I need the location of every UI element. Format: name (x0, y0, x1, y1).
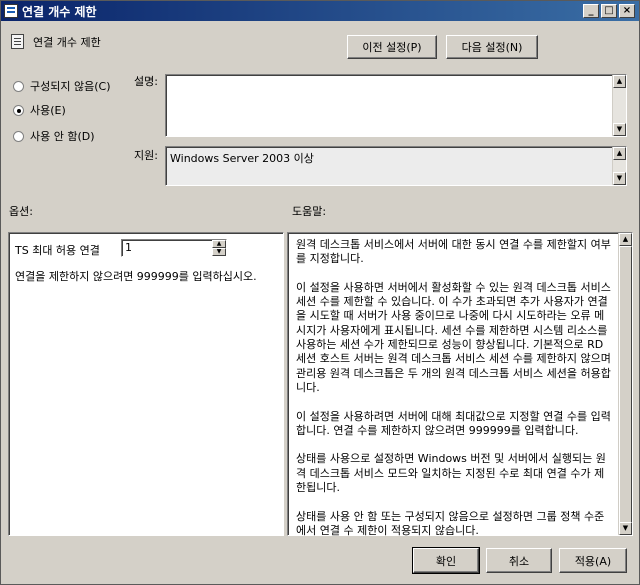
radio-not-configured[interactable]: 구성되지 않음(C) (13, 78, 110, 94)
ok-button[interactable]: 확인 (412, 547, 480, 574)
cancel-button[interactable]: 취소 (486, 548, 552, 573)
supported-scrollbar[interactable]: ▲ ▼ (612, 147, 626, 185)
radio-label: 사용(E) (30, 104, 66, 117)
previous-setting-button[interactable]: 이전 설정(P) (347, 35, 437, 59)
help-scrollbar[interactable]: ▲ ▼ (618, 233, 632, 535)
scroll-up-arrow-icon[interactable]: ▲ (619, 233, 632, 246)
help-text: 원격 데스크톱 서비스에서 서버에 대한 동시 연결 수를 제한할지 여부를 지… (296, 238, 611, 537)
title-bar[interactable]: 연결 개수 제한 _ □ × (1, 1, 639, 21)
supported-label: 지원: (134, 149, 158, 162)
dialog-window: 연결 개수 제한 _ □ × 연결 개수 제한 이전 설정(P) 다음 설정(N… (0, 0, 640, 585)
options-panel: TS 최대 허용 연결 1 ▲ ▼ 연결을 제한하지 않으려면 999999를 … (8, 232, 284, 536)
spin-down-arrow-icon[interactable]: ▼ (212, 248, 226, 256)
maximize-button[interactable]: □ (601, 4, 617, 18)
scroll-up-arrow-icon[interactable]: ▲ (613, 147, 626, 160)
minimize-button[interactable]: _ (583, 4, 599, 18)
window-title: 연결 개수 제한 (22, 4, 97, 19)
radio-label: 구성되지 않음(C) (30, 80, 111, 93)
supported-value: Windows Server 2003 이상 (170, 152, 314, 165)
setting-icon (11, 34, 24, 49)
radio-enabled[interactable]: 사용(E) (13, 102, 66, 118)
radio-disabled[interactable]: 사용 안 함(D) (13, 128, 95, 144)
apply-button[interactable]: 적용(A) (559, 548, 627, 573)
max-connections-label: TS 최대 허용 연결 (15, 244, 100, 257)
radio-circle-checked[interactable] (13, 104, 24, 116)
close-button[interactable]: × (619, 4, 635, 18)
help-label: 도움말: (292, 205, 327, 218)
supported-field: Windows Server 2003 이상 ▲ ▼ (165, 146, 627, 186)
max-connections-spinbox[interactable]: 1 ▲ ▼ (121, 239, 227, 257)
comment-scrollbar[interactable]: ▲ ▼ (612, 75, 626, 136)
max-connections-value: 1 (125, 241, 132, 254)
scroll-down-arrow-icon[interactable]: ▼ (613, 172, 626, 185)
comment-textarea[interactable]: ▲ ▼ (165, 74, 627, 137)
radio-circle[interactable] (13, 130, 24, 142)
scroll-down-arrow-icon[interactable]: ▼ (613, 123, 626, 136)
scroll-thumb[interactable] (619, 246, 632, 523)
options-label: 옵션: (9, 205, 33, 218)
scroll-up-arrow-icon[interactable]: ▲ (613, 75, 626, 88)
next-setting-button[interactable]: 다음 설정(N) (446, 35, 538, 59)
policy-icon (4, 4, 18, 18)
radio-circle[interactable] (13, 80, 24, 92)
spin-up-arrow-icon[interactable]: ▲ (212, 240, 226, 248)
scroll-down-arrow-icon[interactable]: ▼ (619, 522, 632, 535)
radio-label: 사용 안 함(D) (30, 130, 95, 143)
setting-title: 연결 개수 제한 (33, 36, 101, 49)
max-connections-note: 연결을 제한하지 않으려면 999999를 입력하십시오. (15, 270, 257, 283)
comment-label: 설명: (134, 75, 158, 88)
help-panel: 원격 데스크톱 서비스에서 서버에 대한 동시 연결 수를 제한할지 여부를 지… (287, 232, 633, 537)
